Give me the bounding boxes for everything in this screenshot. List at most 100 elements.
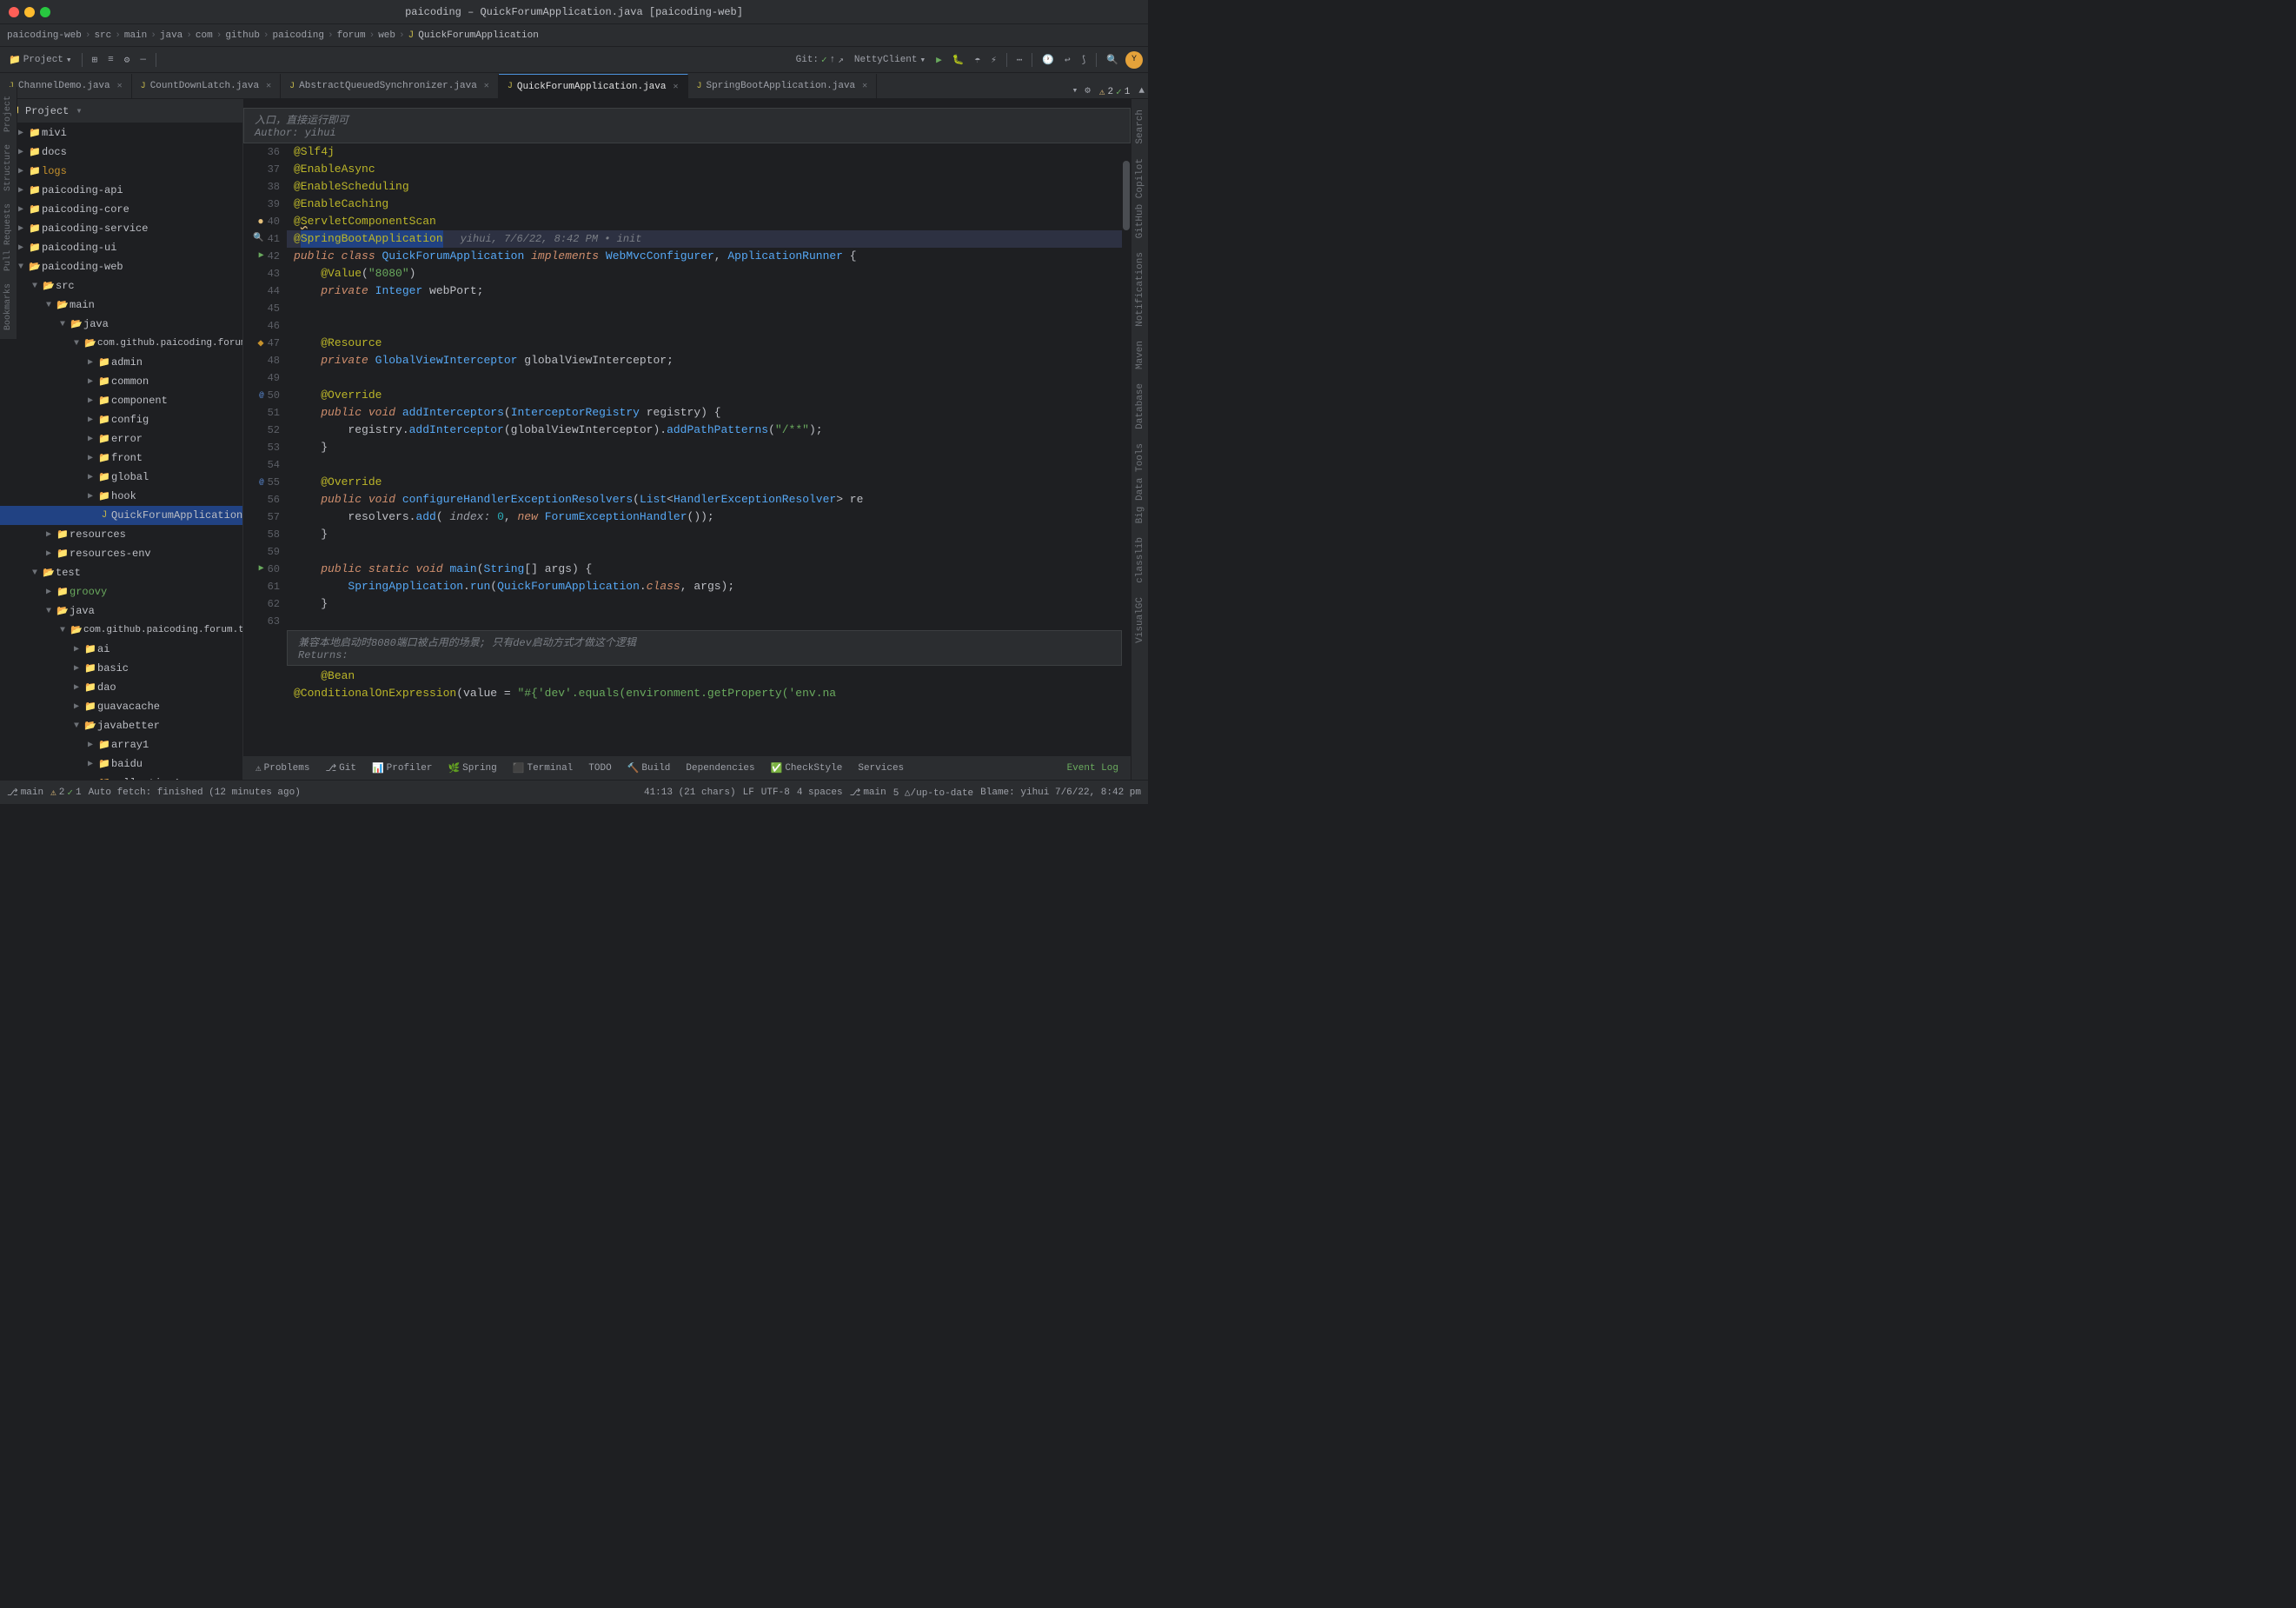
tab-dependencies[interactable]: Dependencies: [679, 758, 761, 779]
tab-problems[interactable]: ⚠ Problems: [249, 758, 316, 779]
breadcrumb-item[interactable]: paicoding: [273, 30, 324, 41]
sidebar-item-array1[interactable]: ▶ 📁 array1: [0, 735, 242, 754]
tab-countdownlatch[interactable]: J CountDownLatch.java ✕: [132, 74, 281, 98]
code-line-61[interactable]: SpringApplication . run ( QuickForumAppl…: [287, 578, 1122, 595]
search-btn[interactable]: 🔍: [1103, 52, 1122, 68]
line-ending[interactable]: LF: [743, 787, 754, 798]
panel-github-copilot[interactable]: GitHub Copilot: [1133, 155, 1147, 242]
sidebar-item-paicoding-api[interactable]: ▶ 📁 paicoding-api: [0, 181, 242, 200]
code-line-42[interactable]: public class QuickForumApplication imple…: [287, 248, 1122, 265]
code-line-68[interactable]: @Bean: [287, 668, 1122, 685]
left-icon-pull-requests[interactable]: Pull Requests: [2, 200, 15, 275]
sidebar-item-com-github-test[interactable]: ▼ 📂 com.github.paicoding.forum.test: [0, 621, 242, 640]
tab-spring[interactable]: 🌿 Spring: [441, 758, 503, 779]
code-line-44[interactable]: private Integer webPort;: [287, 282, 1122, 300]
sidebar-item-javabetter[interactable]: ▼ 📂 javabetter: [0, 716, 242, 735]
tab-quickforum[interactable]: J QuickForumApplication.java ✕: [499, 74, 688, 98]
tab-close-btn[interactable]: ✕: [266, 81, 271, 91]
sidebar-item-test[interactable]: ▼ 📂 test: [0, 563, 242, 582]
structure-btn[interactable]: ⊞: [89, 52, 102, 68]
left-icon-bookmarks[interactable]: Bookmarks: [2, 280, 15, 334]
vertical-scrollbar[interactable]: [1122, 143, 1131, 702]
breadcrumb-item[interactable]: paicoding-web: [7, 30, 82, 41]
sidebar-item-resources[interactable]: ▶ 📁 resources: [0, 525, 242, 544]
code-line-53[interactable]: }: [287, 439, 1122, 456]
sidebar-item-groovy[interactable]: ▶ 📁 groovy: [0, 582, 242, 601]
sidebar-item-collection1[interactable]: ▶ 📁 collection1: [0, 774, 242, 780]
sidebar-item-baidu[interactable]: ▶ 📁 baidu: [0, 754, 242, 774]
breadcrumb-item[interactable]: src: [94, 30, 111, 41]
tab-abstractqueued[interactable]: J AbstractQueuedSynchronizer.java ✕: [281, 74, 499, 98]
scrollbar-thumb[interactable]: [1123, 161, 1130, 230]
tab-close-btn[interactable]: ✕: [673, 82, 678, 92]
tab-event-log[interactable]: Event Log: [1060, 758, 1125, 779]
sidebar-item-src[interactable]: ▼ 📂 src: [0, 276, 242, 296]
git-status[interactable]: ⎇ main: [7, 787, 43, 799]
translate-btn[interactable]: ⟆: [1078, 52, 1091, 68]
minimize-button[interactable]: [24, 7, 35, 17]
code-line-52[interactable]: registry. addInterceptor (globalViewInte…: [287, 422, 1122, 439]
code-line-45[interactable]: [287, 300, 1122, 317]
git-combo[interactable]: Git: ✓ ↑ ↗: [793, 52, 847, 68]
code-line-49[interactable]: [287, 369, 1122, 387]
sidebar-item-error[interactable]: ▶ 📁 error: [0, 429, 242, 449]
code-container[interactable]: 入口，直接运行即可 Author: yihui 36 37 38 39 ● 40: [243, 99, 1131, 755]
tab-close-btn[interactable]: ✕: [117, 81, 123, 91]
code-lines[interactable]: @Slf4j @EnableAsync @EnableScheduling @E…: [287, 143, 1122, 702]
sidebar-item-basic[interactable]: ▶ 📁 basic: [0, 659, 242, 678]
tab-profiler[interactable]: 📊 Profiler: [365, 758, 440, 779]
sidebar-item-java-test[interactable]: ▼ 📂 java: [0, 601, 242, 621]
git-branch-status[interactable]: ⎇ main: [850, 787, 886, 799]
code-line-58[interactable]: }: [287, 526, 1122, 543]
tab-channeldemo[interactable]: J ChannelDemo.java ✕: [0, 74, 132, 98]
sidebar-item-com-github[interactable]: ▼ 📂 com.github.paicoding.forum.web: [0, 334, 242, 353]
breadcrumb-item[interactable]: web: [378, 30, 395, 41]
tab-todo[interactable]: TODO: [581, 758, 618, 779]
code-line-59[interactable]: [287, 543, 1122, 561]
panel-search[interactable]: Search: [1133, 106, 1147, 148]
tab-close-btn[interactable]: ✕: [484, 81, 489, 91]
tab-checkstyle[interactable]: ✅ CheckStyle: [764, 758, 850, 779]
code-line-54[interactable]: [287, 456, 1122, 474]
code-line-57[interactable]: resolvers. add ( index: 0 , new ForumExc…: [287, 508, 1122, 526]
code-line-47[interactable]: @Resource: [287, 335, 1122, 352]
breadcrumb-item[interactable]: com: [196, 30, 213, 41]
code-line-37[interactable]: @EnableAsync: [287, 161, 1122, 178]
breadcrumb-item[interactable]: java: [160, 30, 182, 41]
encoding[interactable]: UTF-8: [761, 787, 790, 798]
sidebar-item-mivi[interactable]: ▶ 📁 mivi: [0, 123, 242, 143]
sidebar-item-quickforum[interactable]: J QuickForumApplication: [0, 506, 242, 525]
code-line-48[interactable]: private GlobalViewInterceptor globalView…: [287, 352, 1122, 369]
sidebar-item-hook[interactable]: ▶ 📁 hook: [0, 487, 242, 506]
git-sync-status[interactable]: 5 △/up-to-date: [893, 787, 973, 799]
indent-setting[interactable]: 4 spaces: [797, 787, 843, 798]
sidebar-item-paicoding-service[interactable]: ▶ 📁 paicoding-service: [0, 219, 242, 238]
sidebar-item-front[interactable]: ▶ 📁 front: [0, 449, 242, 468]
left-icon-project[interactable]: Project: [2, 92, 15, 136]
code-line-60[interactable]: public static void main ( String [] args…: [287, 561, 1122, 578]
run-main-gutter[interactable]: ▶: [259, 561, 264, 578]
panel-notifications[interactable]: Notifications: [1133, 249, 1147, 330]
tab-services[interactable]: Services: [851, 758, 911, 779]
tab-terminal[interactable]: ⬛ Terminal: [506, 758, 581, 779]
profile-btn[interactable]: ⚡: [987, 52, 1000, 68]
sidebar-item-admin[interactable]: ▶ 📁 admin: [0, 353, 242, 372]
user-avatar[interactable]: Y: [1125, 51, 1143, 69]
left-icon-structure[interactable]: Structure: [2, 141, 15, 195]
sidebar-item-main[interactable]: ▼ 📂 main: [0, 296, 242, 315]
breadcrumb-item[interactable]: main: [124, 30, 147, 41]
sidebar-item-config[interactable]: ▶ 📁 config: [0, 410, 242, 429]
tab-git[interactable]: ⎇ Git: [318, 758, 363, 779]
code-line-40[interactable]: @ServletComponentScan: [287, 213, 1122, 230]
more-btn[interactable]: ⋯: [1013, 52, 1026, 68]
sidebar-item-paicoding-web[interactable]: ▼ 📂 paicoding-web: [0, 257, 242, 276]
sidebar-item-docs[interactable]: ▶ 📁 docs: [0, 143, 242, 162]
settings-btn[interactable]: ⚙: [121, 52, 134, 68]
cursor-position[interactable]: 41:13 (21 chars): [644, 787, 736, 798]
sidebar-item-resources-env[interactable]: ▶ 📁 resources-env: [0, 544, 242, 563]
tab-close-btn[interactable]: ✕: [862, 81, 867, 91]
run-btn[interactable]: ▶: [932, 52, 946, 68]
sidebar-item-paicoding-ui[interactable]: ▶ 📁 paicoding-ui: [0, 238, 242, 257]
breadcrumb-item[interactable]: forum: [337, 30, 366, 41]
tab-build[interactable]: 🔨 Build: [620, 758, 678, 779]
